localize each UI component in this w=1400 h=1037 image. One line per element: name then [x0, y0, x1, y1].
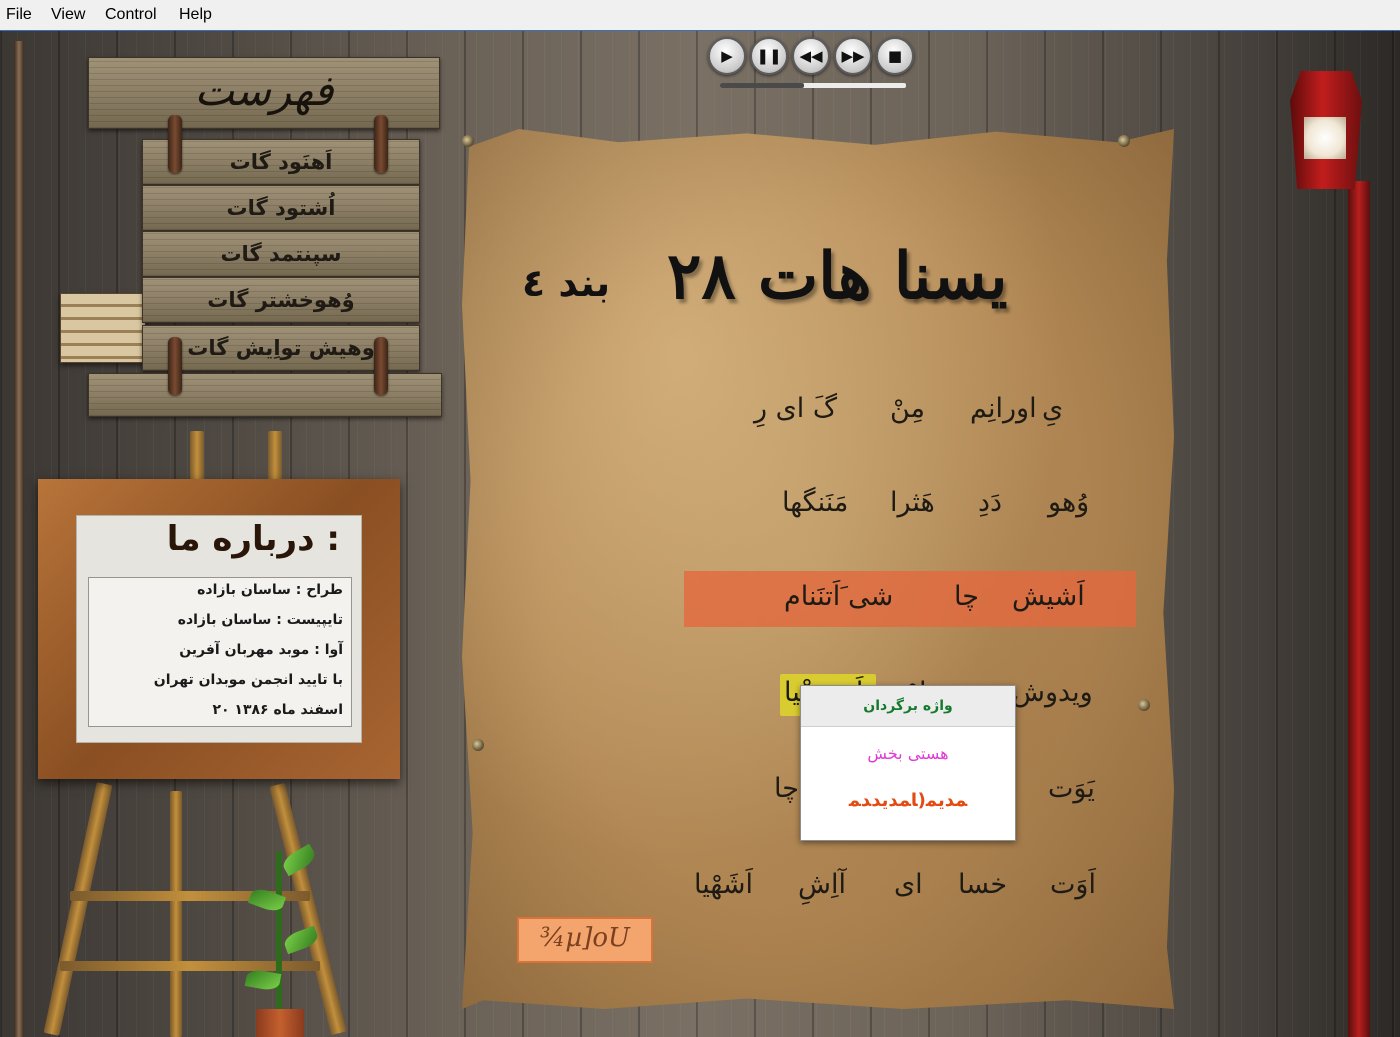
- menu-help[interactable]: Help: [179, 6, 212, 24]
- text-page: بند ٤ یسنا هات ۲۸ یِ اورانِم مِنْ گَ ای …: [462, 129, 1174, 1009]
- verse-word[interactable]: آاِشِ: [798, 869, 846, 900]
- play-button[interactable]: ▶: [708, 37, 746, 75]
- verse-word[interactable]: چا: [954, 581, 979, 612]
- lamp-glass: [1304, 117, 1346, 159]
- rewind-button[interactable]: ◀◀: [792, 37, 830, 75]
- verse-word[interactable]: اَوَت: [1050, 869, 1096, 900]
- verse-word[interactable]: اورانِم: [970, 393, 1037, 424]
- about-date: ۲۰ اسفند ماه ۱۳۸۶: [212, 702, 343, 718]
- chapter-vohukhshathra[interactable]: وُهوخشتر گات: [142, 277, 420, 323]
- verse-word[interactable]: خسا: [958, 869, 1007, 900]
- about-typist: تایپیست : ساسان بازاده: [177, 612, 343, 628]
- stop-button[interactable]: ■: [876, 37, 914, 75]
- progress-bar[interactable]: [720, 83, 906, 88]
- hinge-icon: [374, 115, 388, 173]
- media-controls: ▶ ❚❚ ◀◀ ▶▶ ■: [706, 37, 916, 91]
- lamp-pole: [1348, 181, 1370, 1037]
- hinge-icon: [374, 337, 388, 395]
- forward-button[interactable]: ▶▶: [834, 37, 872, 75]
- about-frame: درباره ما : طراح : ساسان بازاده تایپیست …: [38, 479, 400, 779]
- pin-icon: [472, 739, 484, 751]
- verse-word[interactable]: ویدوش: [1012, 677, 1093, 708]
- verse-word[interactable]: دَدِ: [978, 487, 1002, 518]
- easel-leg: [170, 791, 182, 1037]
- about-list: طراح : ساسان بازاده تایپیست : ساسان بازا…: [88, 577, 352, 727]
- tooltip-avestan-script: ﻤﺪﯾﻤ(ﺎﻤﺪﯾﺪﺪﻤ: [848, 790, 968, 811]
- menu-file[interactable]: File: [6, 6, 32, 24]
- about-approval: با تایید انجمن موبدان تهران: [153, 672, 343, 688]
- verse-word[interactable]: یِ: [1042, 393, 1063, 424]
- about-designer: طراح : ساسان بازاده: [197, 582, 343, 598]
- verse-word[interactable]: هَثرا: [890, 487, 935, 518]
- chapter-spentamad[interactable]: سپنتمد گات: [142, 231, 420, 277]
- verse-word[interactable]: گَ ای رِ: [754, 393, 837, 424]
- index-title: فهرست: [194, 66, 334, 115]
- pin-icon: [462, 135, 474, 147]
- about-panel: درباره ما : طراح : ساسان بازاده تایپیست …: [76, 515, 362, 743]
- app-scene: فهرست اَهنَود گات اُشتود گات سپنتمد گات …: [0, 31, 1400, 1037]
- menu-control[interactable]: Control: [105, 6, 157, 24]
- chapter-ushtavad[interactable]: اُشتود گات: [142, 185, 420, 231]
- easel-leg: [43, 782, 113, 1036]
- page-heading: بند ٤ یسنا هات ۲۸: [462, 239, 1174, 314]
- menu-bar: File View Control Help: [0, 0, 1400, 33]
- pin-icon: [1118, 135, 1130, 147]
- menu-view[interactable]: View: [51, 6, 85, 24]
- about-title: درباره ما :: [166, 519, 340, 559]
- pipe-decoration: [14, 41, 24, 1037]
- index-footer-plank: [88, 373, 442, 417]
- verse-word[interactable]: مَنَنگها: [782, 487, 848, 518]
- word-meaning-tooltip: واژه برگردان هستی بخش ﻤﺪﯾﻤ(ﺎﻤﺪﯾﺪﺪﻤ: [800, 685, 1016, 841]
- pause-button[interactable]: ❚❚: [750, 37, 788, 75]
- verse-word[interactable]: مِنْ: [890, 393, 925, 424]
- verse-word[interactable]: چا: [774, 773, 799, 804]
- verse-word[interactable]: اَشَهْیا: [694, 869, 753, 900]
- verse-word[interactable]: وُهو: [1048, 487, 1089, 518]
- tooltip-meaning: هستی بخش: [867, 744, 949, 763]
- verse-word[interactable]: ای: [894, 869, 923, 900]
- progress-fill: [720, 83, 804, 88]
- verse-word[interactable]: شی َاَتنَنام: [784, 581, 893, 612]
- verse-word[interactable]: یَوَت: [1048, 773, 1095, 804]
- plant-decoration: [276, 851, 282, 1021]
- plant-pot: [256, 1009, 304, 1037]
- hinge-icon: [168, 337, 182, 395]
- pin-icon: [1138, 699, 1150, 711]
- transliteration-box[interactable]: ¾µ]oU: [517, 917, 653, 963]
- hinge-icon: [168, 115, 182, 173]
- chapter-title: یسنا هات ۲۸: [667, 239, 1008, 314]
- books-decoration: [60, 293, 146, 363]
- tooltip-header: واژه برگردان: [801, 686, 1015, 727]
- verse-reference: بند ٤: [522, 261, 611, 305]
- verse-word[interactable]: اَشیش: [1012, 581, 1085, 612]
- about-voice: آوا : موبد مهربان آفرین: [179, 642, 343, 658]
